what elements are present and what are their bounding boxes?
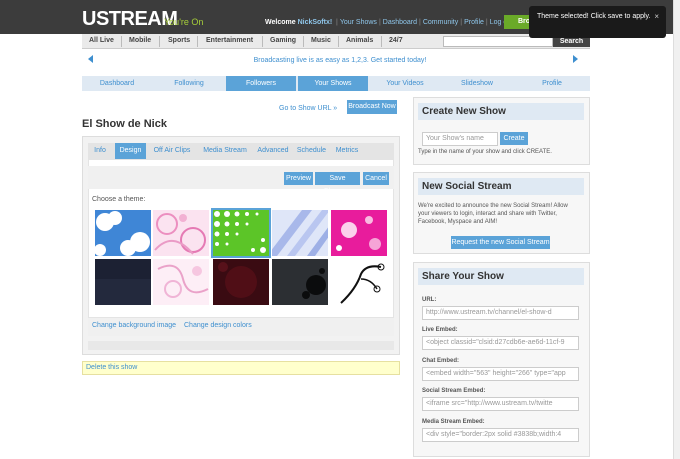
theme-clouds[interactable] — [95, 210, 151, 256]
welcome-prefix: Welcome — [265, 19, 296, 26]
community-link[interactable]: Community — [423, 19, 458, 26]
show-name-input[interactable]: Your Show's name — [422, 132, 498, 146]
tab-your-videos[interactable]: Your Videos — [370, 76, 440, 91]
notification-toast: Theme selected! Click save to apply. × — [529, 6, 666, 38]
social-stream-embed-label: Social Stream Embed: — [422, 388, 486, 394]
chat-embed-field[interactable]: <embed width="563" height="266" type="ap… — [422, 367, 579, 381]
announcement[interactable]: Broadcasting live is as easy as 1,2,3. G… — [0, 57, 680, 64]
media-stream-embed-field[interactable]: <div style="border:2px solid #3838b;widt… — [422, 428, 579, 442]
tab-slideshow[interactable]: Slideshow — [442, 76, 512, 91]
social-stream-embed-field[interactable]: <iframe src="http://www.ustream.tv/twitt… — [422, 397, 579, 411]
theme-black-vine[interactable] — [331, 259, 387, 305]
section-tabs: Dashboard Following Followers Your Shows… — [82, 76, 590, 91]
your-shows-link[interactable]: Your Shows — [340, 19, 377, 26]
cat-gaming[interactable]: Gaming — [270, 37, 296, 44]
username-link[interactable]: NickSoftx! — [298, 19, 333, 26]
social-stream-text: We're excited to announce the new Social… — [418, 203, 568, 225]
tab-advanced[interactable]: Advanced — [255, 143, 291, 159]
tab-your-shows[interactable]: Your Shows — [298, 76, 368, 91]
profile-link[interactable]: Profile — [464, 19, 484, 26]
share-show-title: Share Your Show — [418, 268, 584, 285]
theme-dark-red[interactable] — [213, 259, 269, 305]
cat-all-live[interactable]: All Live — [89, 37, 114, 44]
url-field[interactable]: http://www.ustream.tv/channel/el-show-d — [422, 306, 579, 320]
show-tabs: Info Design Off Air Clips Media Stream A… — [88, 143, 394, 159]
theme-green-dots[interactable] — [211, 208, 271, 258]
create-show-help: Type in the name of your show and click … — [418, 149, 552, 155]
theme-magenta-splash[interactable] — [331, 210, 387, 256]
request-social-stream-button[interactable]: Request the new Social Stream — [451, 236, 550, 249]
tab-profile[interactable]: Profile — [514, 76, 590, 91]
tab-dashboard[interactable]: Dashboard — [82, 76, 152, 91]
top-links: | Your Shows | Dashboard | Community | Profile |… — [336, 19, 514, 26]
url-label: URL: — [422, 297, 437, 303]
change-colors-link[interactable]: Change design colors — [184, 322, 252, 329]
cat-animals[interactable]: Animals — [346, 37, 373, 44]
save-changes-button[interactable]: Save Changes — [315, 172, 360, 195]
delete-show-link[interactable]: Delete this show — [86, 364, 137, 371]
live-embed-field[interactable]: <object classid="clsid:d27cdb6e-ae6d-11c… — [422, 336, 579, 350]
panel-footer — [88, 341, 394, 350]
cat-entertainment[interactable]: Entertainment — [206, 37, 253, 44]
tab-info[interactable]: Info — [88, 143, 112, 159]
goto-show-url-link[interactable]: Go to Show URL » — [279, 105, 337, 112]
cat-music[interactable]: Music — [311, 37, 331, 44]
theme-dark-navy[interactable] — [95, 259, 151, 305]
tab-metrics[interactable]: Metrics — [332, 143, 362, 159]
page-title: El Show de Nick — [82, 118, 167, 130]
welcome-text: Welcome NickSoftx! — [265, 19, 332, 26]
broadcast-now-button[interactable]: Broadcast Now — [347, 100, 397, 114]
cat-sports[interactable]: Sports — [168, 37, 190, 44]
tagline: You're On — [164, 17, 204, 27]
theme-pink-floral[interactable] — [153, 210, 209, 256]
theme-pink-swirl[interactable] — [153, 259, 209, 305]
notification-text: Theme selected! Click save to apply. — [537, 13, 651, 20]
tab-schedule[interactable]: Schedule — [294, 143, 329, 159]
live-embed-label: Live Embed: — [422, 327, 458, 333]
cat-mobile[interactable]: Mobile — [129, 37, 151, 44]
create-button[interactable]: Create — [500, 132, 528, 145]
choose-theme-label: Choose a theme: — [92, 196, 146, 203]
preview-button[interactable]: Preview — [284, 172, 313, 185]
change-background-link[interactable]: Change background image — [92, 322, 176, 329]
scrollbar[interactable] — [673, 0, 680, 459]
cat-24-7[interactable]: 24/7 — [389, 37, 403, 44]
cancel-button[interactable]: Cancel — [363, 172, 389, 185]
dashboard-link[interactable]: Dashboard — [383, 19, 417, 26]
tab-followers[interactable]: Followers — [226, 76, 296, 91]
tab-media-stream[interactable]: Media Stream — [198, 143, 252, 159]
close-icon[interactable]: × — [654, 12, 659, 21]
social-stream-title: New Social Stream — [418, 178, 584, 195]
tab-following[interactable]: Following — [154, 76, 224, 91]
theme-blue-stripes[interactable] — [272, 210, 328, 256]
chat-embed-label: Chat Embed: — [422, 358, 460, 364]
theme-black-splat[interactable] — [272, 259, 328, 305]
tab-off-air-clips[interactable]: Off Air Clips — [149, 143, 195, 159]
tab-design[interactable]: Design — [115, 143, 146, 159]
next-arrow-icon[interactable] — [573, 55, 578, 63]
media-stream-embed-label: Media Stream Embed: — [422, 419, 485, 425]
create-show-title: Create New Show — [418, 103, 584, 120]
